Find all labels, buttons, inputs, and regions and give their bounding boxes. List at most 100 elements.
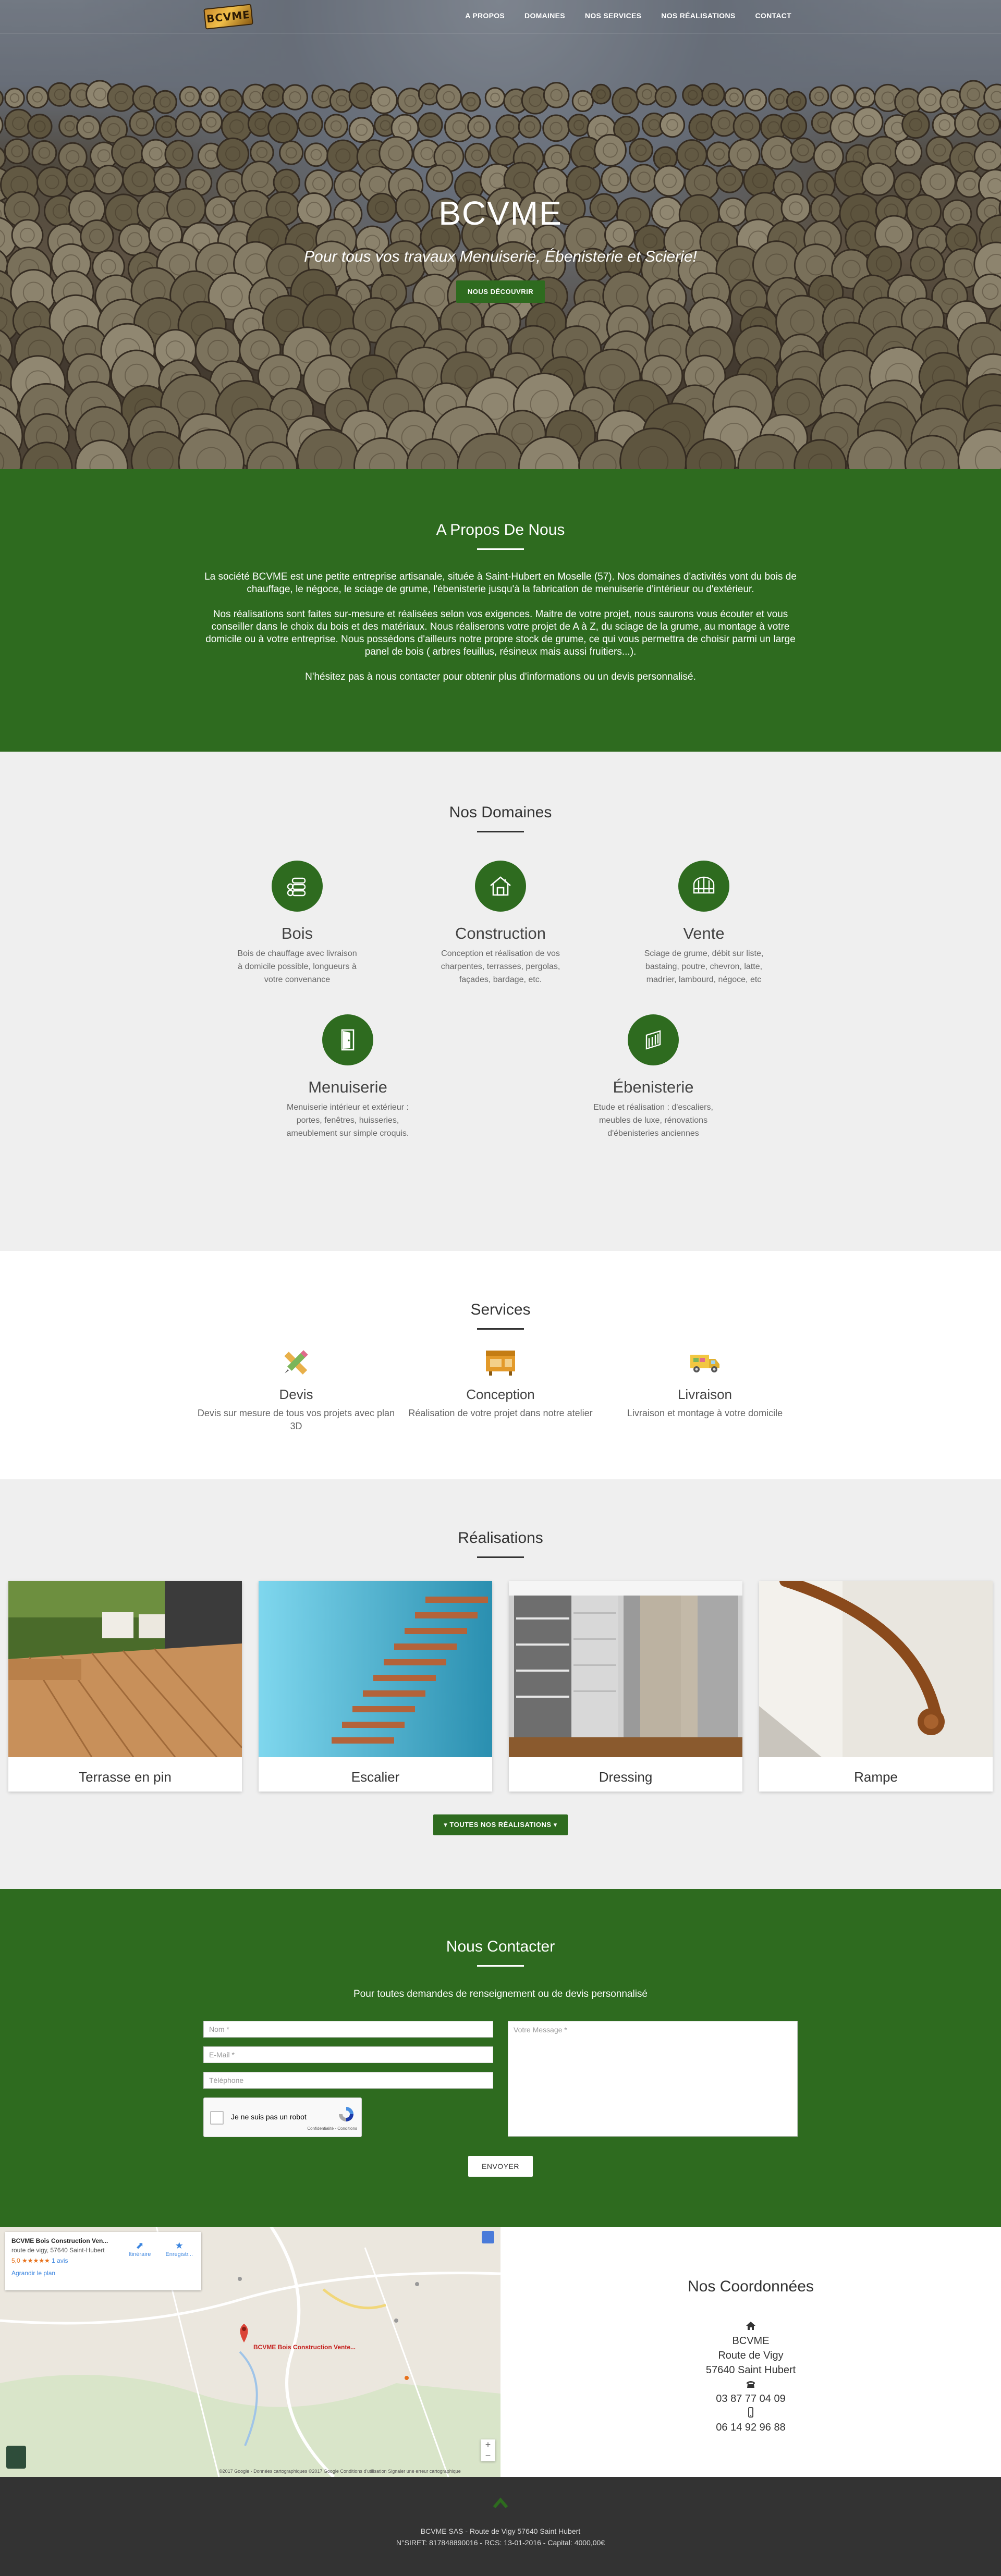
map-save-label: Enregistr... xyxy=(165,2251,193,2258)
services-title-rule xyxy=(477,1328,524,1330)
all-works-button[interactable]: ▾ TOUTES NOS RÉALISATIONS ▾ xyxy=(433,1814,568,1835)
coordinates-info: Nos Coordonnées BCVME Route de Vigy 5764… xyxy=(500,2227,1001,2477)
chevron-down-icon: ▾ xyxy=(551,1821,557,1829)
recaptcha-links[interactable]: Confidentialité - Conditions xyxy=(307,2126,357,2131)
domains-row-2: Menuiserie Menuiserie intérieur et extér… xyxy=(0,1014,1001,1140)
hero-content: BCVME Pour tous vos travaux Menuiserie, … xyxy=(0,194,1001,303)
domain-name: Vente xyxy=(683,924,725,942)
domain-name: Ébenisterie xyxy=(613,1078,694,1096)
company-street: Route de Vigy xyxy=(718,2350,784,2361)
house-frame-icon xyxy=(475,861,526,912)
footer: BCVME SAS - Route de Vigy 57640 Saint Hu… xyxy=(0,2477,1001,2576)
google-map[interactable]: BCVME Bois Construction Ven... route de … xyxy=(0,2227,500,2477)
lumber-stack-icon xyxy=(678,861,729,912)
map-attribution: ©2017 Google - Données cartographiques ©… xyxy=(219,2469,461,2474)
domains-row-1: Bois Bois de chauffage avec livraison à … xyxy=(0,861,1001,986)
send-button[interactable]: ENVOYER xyxy=(468,2156,533,2177)
form-left-column: Nom * E-Mail * Téléphone Je ne suis pas … xyxy=(203,2021,493,2137)
recaptcha-logo-icon xyxy=(339,2107,353,2121)
about-title: A Propos De Nous xyxy=(436,521,565,538)
email-field[interactable]: E-Mail * xyxy=(203,2046,493,2063)
company-phone[interactable]: 03 87 77 04 09 xyxy=(500,2391,1001,2406)
nav-link-domaines[interactable]: DOMAINES xyxy=(524,11,565,20)
domains-title-rule xyxy=(477,831,524,832)
domain-item-vente: Vente Sciage de grume, débit sur liste, … xyxy=(641,861,766,986)
domain-desc: Menuiserie intérieur et extérieur : port… xyxy=(286,1103,409,1138)
map-zoom-in-button[interactable]: + xyxy=(481,2439,495,2450)
recaptcha-widget: Je ne suis pas un robot Confidentialité … xyxy=(203,2097,362,2137)
works-cards: Terrasse en pin Escalier Dressing Rampe xyxy=(0,1575,1001,1792)
scroll-top-icon[interactable] xyxy=(492,2497,509,2509)
map-zoom-out-button[interactable]: − xyxy=(481,2450,495,2461)
service-item-livraison: Livraison Livraison et montage à votre d… xyxy=(605,1345,805,1433)
hero-title: BCVME xyxy=(438,194,563,232)
company-mobile[interactable]: 06 14 92 96 88 xyxy=(500,2420,1001,2435)
star-icon: ★ xyxy=(175,2240,184,2251)
domains-section: Nos Domaines Bois Bois de chauffage avec… xyxy=(0,752,1001,1251)
domain-name: Bois xyxy=(281,924,313,942)
coordinates-title: Nos Coordonnées xyxy=(688,2278,814,2295)
work-card-dressing[interactable]: Dressing xyxy=(509,1581,742,1792)
about-paragraph-1: La société BCVME est une petite entrepri… xyxy=(204,571,797,595)
chevron-down-icon: ▾ xyxy=(444,1821,450,1829)
company-city: 57640 Saint Hubert xyxy=(705,2364,796,2376)
map-place-rating: 5,0 ★★★★★ 1 avis xyxy=(11,2257,195,2264)
domain-name: Menuiserie xyxy=(308,1078,387,1096)
service-name: Conception xyxy=(466,1387,535,1402)
truck-icon xyxy=(690,1355,719,1372)
map-save-button[interactable]: ★ Enregistr... xyxy=(165,2240,193,2258)
work-card-label: Rampe xyxy=(854,1769,898,1785)
domain-item-ebenisterie: Ébenisterie Etude et réalisation : d'esc… xyxy=(591,1014,716,1140)
phone-field[interactable]: Téléphone xyxy=(203,2072,493,2089)
workbench-icon xyxy=(486,1351,515,1376)
footer-legal: N°SIRET: 817848890016 - RCS: 13-01-2016 … xyxy=(396,2538,605,2547)
service-desc: Livraison et montage à votre domicile xyxy=(627,1408,783,1418)
nav-link-contact[interactable]: CONTACT xyxy=(755,11,792,20)
work-card-rampe[interactable]: Rampe xyxy=(759,1575,993,1792)
top-navbar: BCVME A PROPOS DOMAINES NOS SERVICES NOS… xyxy=(0,0,1001,33)
about-section: A Propos De Nous La société BCVME est un… xyxy=(0,469,1001,752)
works-button-wrap: ▾ TOUTES NOS RÉALISATIONS ▾ xyxy=(0,1814,1001,1835)
discover-button[interactable]: NOUS DÉCOUVRIR xyxy=(456,280,545,303)
bcvme-logo[interactable]: BCVME xyxy=(203,4,253,30)
service-name: Devis xyxy=(279,1387,313,1402)
staircase-icon xyxy=(628,1014,679,1065)
map-rating-value: 5,0 ★★★★★ xyxy=(11,2257,50,2264)
contact-title-rule xyxy=(477,1965,524,1967)
work-card-label: Dressing xyxy=(599,1769,653,1785)
mobile-phone-icon xyxy=(748,2407,753,2418)
map-directions-label: Itinéraire xyxy=(128,2251,151,2258)
recaptcha-checkbox[interactable] xyxy=(210,2111,224,2125)
map-place-actions: ⬈ Itinéraire ★ Enregistr... xyxy=(129,2240,193,2258)
nav-link-realisations[interactable]: NOS RÉALISATIONS xyxy=(661,11,735,20)
send-wrap: ENVOYER xyxy=(0,2156,1001,2177)
work-card-escalier[interactable]: Escalier xyxy=(259,1581,492,1792)
work-card-label: Terrasse en pin xyxy=(79,1769,172,1785)
work-card-terrasse[interactable]: Terrasse en pin xyxy=(8,1581,243,1792)
contact-form: Nom * E-Mail * Téléphone Je ne suis pas … xyxy=(203,2021,798,2137)
works-title-rule xyxy=(477,1556,524,1558)
works-title: Réalisations xyxy=(458,1529,543,1547)
services-row: Devis Devis sur mesure de tous vos proje… xyxy=(0,1345,1001,1433)
dressing-photo xyxy=(509,1581,742,1757)
home-icon xyxy=(746,2322,755,2330)
service-item-conception: Conception Réalisation de votre projet d… xyxy=(400,1345,601,1433)
service-desc: Devis sur mesure de tous vos projets ave… xyxy=(197,1408,395,1431)
coordinates-section: BCVME Bois Construction Ven... route de … xyxy=(0,2227,1001,2477)
about-title-rule xyxy=(477,548,524,550)
domain-desc: Bois de chauffage avec livraison à domic… xyxy=(237,949,357,984)
map-directions-button[interactable]: ⬈ Itinéraire xyxy=(129,2240,151,2258)
staircase-photo xyxy=(259,1581,492,1757)
map-larger-link[interactable]: Agrandir le plan xyxy=(11,2270,195,2277)
map-reviews-link[interactable]: 1 avis xyxy=(52,2257,68,2264)
map-place-card: BCVME Bois Construction Ven... route de … xyxy=(5,2232,201,2290)
handrail-photo xyxy=(759,1575,993,1757)
domain-item-menuiserie: Menuiserie Menuiserie intérieur et extér… xyxy=(285,1014,410,1140)
nav-link-a-propos[interactable]: A PROPOS xyxy=(465,11,505,20)
message-field[interactable]: Votre Message * xyxy=(508,2021,798,2137)
name-field[interactable]: Nom * xyxy=(203,2021,493,2038)
works-section: Réalisations Terrasse en pin Escalier Dr… xyxy=(0,1479,1001,1889)
domain-desc: Etude et réalisation : d'escaliers, meub… xyxy=(593,1103,713,1138)
nav-link-services[interactable]: NOS SERVICES xyxy=(585,11,641,20)
services-section: Services Devis Devis sur mesure de tous … xyxy=(0,1251,1001,1479)
